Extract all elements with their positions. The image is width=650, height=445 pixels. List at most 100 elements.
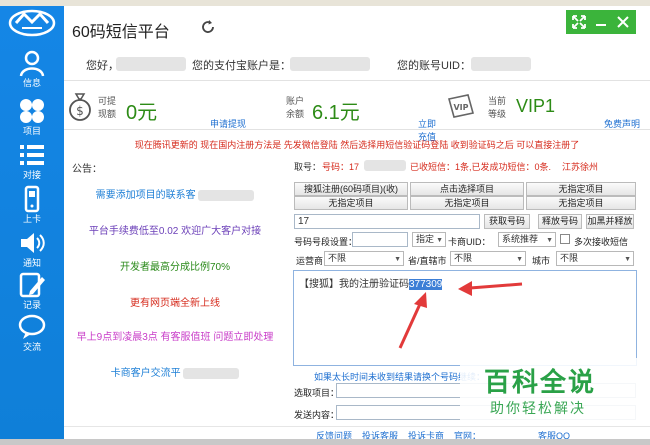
- sidebar-item-label: 交流: [22, 342, 41, 352]
- withdraw-link[interactable]: 申请提现: [210, 117, 246, 130]
- app-logo: [8, 9, 56, 37]
- recommend-select[interactable]: 系统推荐: [498, 232, 556, 247]
- redacted-number: [364, 160, 406, 171]
- money-bag-icon: $: [69, 93, 91, 121]
- minimize-icon[interactable]: [592, 13, 610, 31]
- project-button-4[interactable]: 无指定项目: [294, 196, 408, 210]
- edit-icon: [19, 272, 45, 298]
- greeting-text: 您好，: [86, 60, 119, 72]
- announcement-text: 平台手续费低至0.02 欢迎广大客户对接: [88, 226, 262, 237]
- balance-label-1: 账户: [286, 96, 305, 106]
- balance-card: 账户 余额 6.1元 立即充值: [254, 81, 444, 142]
- segment-label: 号码号段设置：: [294, 237, 358, 247]
- sidebar-item-card[interactable]: 上卡: [0, 182, 64, 230]
- city-label: 城市: [532, 256, 551, 266]
- city-select[interactable]: 不限: [556, 251, 634, 266]
- title-bar: 60码短信平台: [64, 6, 650, 48]
- segment-input[interactable]: [352, 232, 408, 247]
- speaker-icon: [21, 233, 45, 253]
- card-uid-label: 卡商UID：: [448, 237, 491, 247]
- announcement-line: 卡商客户交流平: [64, 364, 286, 379]
- announcement-header: 公告：: [72, 164, 102, 175]
- recommend-value: 系统推荐: [502, 234, 539, 244]
- notice-banner: 现在腾讯更新的 现在国内注册方法是 先发微信登陆 然后选择用短信验证码登陆 收到…: [134, 140, 580, 150]
- redacted-uid: [471, 57, 531, 71]
- sidebar-item-label: 对接: [22, 170, 41, 180]
- announcement-text: 早上9点到凌晨3点 有客服值班 问题立即处理: [76, 332, 274, 343]
- annotation-arrows: [398, 281, 523, 349]
- province-select[interactable]: 不限: [450, 251, 526, 266]
- project-button-2[interactable]: 点击选择项目: [410, 182, 524, 196]
- sidebar-item-record[interactable]: 记录: [0, 268, 64, 316]
- alipay-label: 您的支付宝账户是：: [192, 60, 291, 72]
- sidebar-item-info[interactable]: 信息: [0, 46, 64, 94]
- operator-value: 不限: [328, 253, 347, 263]
- status-label: 取号：: [294, 162, 322, 172]
- announcement-line: 需要添加项目的联系客: [64, 186, 286, 201]
- sidebar-item-project[interactable]: 项目: [0, 94, 64, 142]
- uid-label: 您的账号UID：: [397, 60, 471, 72]
- withdraw-value: 0元: [126, 102, 158, 124]
- announcement-text: 卡商客户交流平: [110, 368, 181, 379]
- redacted-group: [183, 367, 240, 379]
- sidebar-item-label: 项目: [22, 126, 41, 136]
- grid-icon: [20, 99, 44, 123]
- project-button-3[interactable]: 无指定项目: [526, 182, 636, 196]
- send-content-label: 发送内容：: [294, 410, 340, 420]
- refresh-icon[interactable]: [200, 19, 216, 35]
- list-icon: [20, 145, 44, 165]
- operator-select[interactable]: 不限: [324, 251, 404, 266]
- close-icon[interactable]: [614, 13, 632, 31]
- release-number-button[interactable]: 释放号码: [538, 214, 582, 229]
- sidebar-item-notify[interactable]: 通知: [0, 226, 64, 274]
- level-value: VIP1: [516, 96, 556, 116]
- sidebar-item-connect[interactable]: 对接: [0, 138, 64, 186]
- watermark-subtitle: 助你轻松解决: [490, 400, 586, 416]
- announcement-text: 开发者最高分成比例70%: [119, 262, 230, 273]
- multi-receive-label: 多次接收短信: [574, 237, 629, 247]
- redacted-contact: [198, 189, 255, 201]
- select-project-label: 选取项目：: [294, 388, 340, 398]
- svg-text:$: $: [76, 104, 84, 118]
- phone-input[interactable]: 17: [294, 214, 480, 229]
- level-label-2: 等级: [488, 109, 507, 119]
- withdraw-label-2: 现额: [98, 109, 117, 119]
- province-value: 不限: [454, 253, 473, 263]
- announcement-panel: 公告： 需要添加项目的联系客 平台手续费低至0.02 欢迎广大客户对接 开发者最…: [64, 158, 286, 430]
- withdraw-card: $ 可提 现额 0元 申请提现: [64, 81, 254, 131]
- fullscreen-icon[interactable]: [570, 13, 588, 31]
- sidebar-item-label: 上卡: [22, 214, 41, 224]
- multi-receive-checkbox[interactable]: [560, 234, 570, 244]
- account-cards: $ 可提 现额 0元 申请提现 账户 余额 6.1元 立即充值 VIP 当前 等…: [64, 80, 650, 142]
- redacted-alipay: [290, 57, 370, 71]
- sidebar-item-chat[interactable]: 交流: [0, 310, 64, 358]
- level-card: VIP 当前 等级 VIP1 免费声明: [444, 81, 650, 131]
- balance-value: 6.1元: [312, 102, 360, 124]
- province-label: 省/直辖市: [408, 256, 447, 266]
- get-number-button[interactable]: 获取号码: [484, 214, 530, 229]
- footer-bar: 反馈问题 投诉客服 投诉卡商 官网： 客服QQ: [64, 426, 650, 441]
- received-count: 已收短信：1条,已发成功短信：0条.: [410, 162, 552, 172]
- chat-icon: [18, 314, 46, 339]
- watermark-title: 百科全说: [484, 367, 597, 397]
- disclaimer-link[interactable]: 免费声明: [604, 117, 640, 130]
- sidebar: 信息 项目 对接 上卡 通知 记录 交流: [0, 6, 64, 439]
- status-line: 取号： 号码：17 已收短信：1条,已发成功短信：0条. 江苏徐州: [294, 160, 640, 172]
- designate-select[interactable]: 指定: [412, 232, 446, 247]
- city-value: 不限: [560, 253, 579, 263]
- watermark: 百科全说 助你轻松解决: [460, 358, 640, 420]
- location-text: 江苏徐州: [562, 162, 599, 172]
- window-controls: [566, 10, 636, 34]
- project-button-1[interactable]: 搜狐注册(60码项目)(收): [294, 182, 408, 196]
- desktop-taskbar: [0, 439, 650, 445]
- redacted-username: [116, 57, 186, 71]
- withdraw-label-1: 可提: [98, 96, 117, 106]
- project-button-5[interactable]: 无指定项目: [410, 196, 524, 210]
- announcement-text: 需要添加项目的联系客: [95, 190, 196, 201]
- level-label-1: 当前: [488, 96, 507, 106]
- account-info-bar: 您好， 您的支付宝账户是： 您的账号UID：: [64, 50, 650, 76]
- announcement-text: 更有网页端全新上线: [130, 298, 220, 309]
- blacklist-release-button[interactable]: 加黑并释放: [586, 214, 634, 229]
- designate-value: 指定: [416, 234, 435, 244]
- project-button-6[interactable]: 无指定项目: [526, 196, 636, 210]
